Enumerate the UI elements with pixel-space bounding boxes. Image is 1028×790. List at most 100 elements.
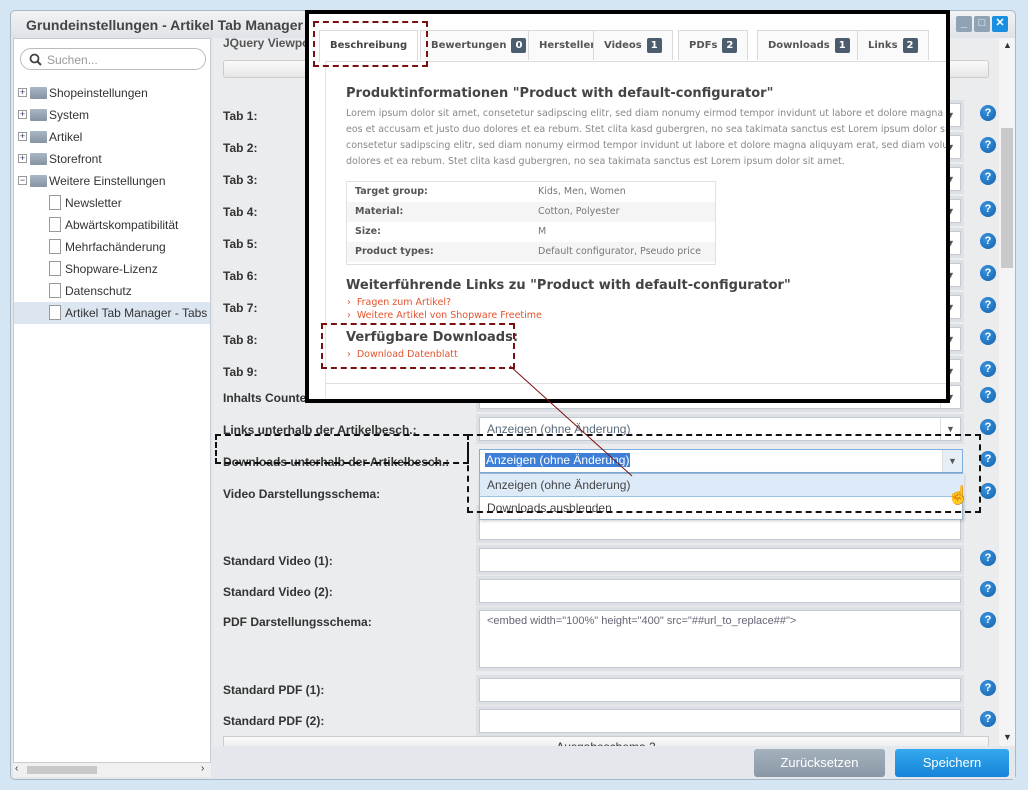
property-value: Kids, Men, Women: [538, 186, 626, 197]
sidebar-item-label: Weitere Einstellungen: [49, 174, 166, 188]
section-header-ausgabeschema-2[interactable]: Ausgabeschema 2: [223, 736, 989, 746]
help-icon[interactable]: ?: [980, 387, 996, 403]
link-item[interactable]: › Weitere Artikel von Shopware Freetime: [347, 310, 542, 321]
collapse-icon[interactable]: −: [18, 176, 27, 185]
field-label: Tab 7:: [223, 301, 258, 315]
scroll-left-icon[interactable]: ‹: [15, 763, 18, 774]
minimize-icon[interactable]: _: [956, 16, 972, 32]
field-label: Standard PDF (2):: [223, 714, 325, 728]
help-icon[interactable]: ?: [980, 361, 996, 377]
standard-video-2-input[interactable]: [479, 579, 961, 603]
field-label: Video Darstellungsschema:: [223, 487, 381, 501]
annotation-box: [467, 434, 981, 513]
help-icon[interactable]: ?: [980, 297, 996, 313]
property-name: Size:: [355, 226, 381, 237]
tab-label: Bewertungen: [431, 40, 507, 51]
help-icon[interactable]: ?: [980, 419, 996, 435]
scrollbar-thumb[interactable]: [27, 766, 97, 774]
property-row: Product types: Default configurator, Pseu…: [347, 242, 715, 262]
preview-tab[interactable]: Links 2: [857, 30, 929, 60]
scrollbar-thumb[interactable]: [1001, 128, 1013, 268]
link-text[interactable]: Fragen zum Artikel?: [357, 297, 451, 308]
sidebar-item-label: Shopware-Lizenz: [65, 262, 158, 276]
preview-tab[interactable]: PDFs 2: [678, 30, 749, 60]
expand-icon[interactable]: +: [18, 154, 27, 163]
help-icon[interactable]: ?: [980, 483, 996, 499]
annotation-box: [215, 434, 469, 464]
sidebar-item[interactable]: Datenschutz: [14, 280, 210, 302]
help-icon[interactable]: ?: [980, 169, 996, 185]
property-row: Material: Cotton, Polyester: [347, 202, 715, 222]
help-icon[interactable]: ?: [980, 550, 996, 566]
preview-tab[interactable]: Downloads 1: [757, 30, 861, 60]
scroll-right-icon[interactable]: ›: [201, 763, 204, 774]
horizontal-scrollbar[interactable]: ‹ ›: [13, 763, 211, 777]
expand-icon[interactable]: +: [18, 110, 27, 119]
reset-button[interactable]: Zurücksetzen: [754, 749, 885, 777]
help-icon[interactable]: ?: [980, 329, 996, 345]
sidebar-item[interactable]: − Weitere Einstellungen: [14, 170, 210, 192]
tab-label: Links: [868, 40, 898, 51]
folder-icon: [30, 175, 47, 187]
property-value: Default configurator, Pseudo price: [538, 246, 701, 257]
sidebar-item-label: Mehrfachänderung: [65, 240, 166, 254]
folder-icon: [30, 131, 47, 143]
sidebar-item[interactable]: + Shopeinstellungen: [14, 82, 210, 104]
property-value: M: [538, 226, 547, 237]
preview-tab[interactable]: Bewertungen 0: [420, 30, 538, 60]
sidebar-item[interactable]: Artikel Tab Manager - Tabs frei: [14, 302, 210, 324]
textarea-value: <embed width="100%" height="400" src="##…: [487, 615, 797, 627]
sidebar-item[interactable]: Mehrfachänderung: [14, 236, 210, 258]
help-icon[interactable]: ?: [980, 711, 996, 727]
standard-pdf-1-input[interactable]: [479, 678, 961, 702]
sidebar-item[interactable]: Abwärtskompatibilität: [14, 214, 210, 236]
tab-count-badge: 2: [722, 38, 738, 53]
help-icon[interactable]: ?: [980, 233, 996, 249]
field-label: Tab 1:: [223, 109, 258, 123]
expand-icon[interactable]: +: [18, 132, 27, 141]
search-input[interactable]: Suchen...: [20, 48, 206, 70]
annotation-box: [321, 323, 515, 369]
scroll-up-icon[interactable]: ▲: [1003, 40, 1012, 50]
property-name: Product types:: [355, 246, 434, 257]
sidebar-item[interactable]: Newsletter: [14, 192, 210, 214]
link-text[interactable]: Weitere Artikel von Shopware Freetime: [357, 310, 542, 321]
tab-count-badge: 0: [511, 38, 527, 53]
folder-icon: [30, 153, 47, 165]
field-label: Tab 4:: [223, 205, 258, 219]
document-icon: [49, 217, 61, 232]
help-icon[interactable]: ?: [980, 581, 996, 597]
link-item[interactable]: › Fragen zum Artikel?: [347, 297, 451, 308]
expand-icon[interactable]: +: [18, 88, 27, 97]
scroll-down-icon[interactable]: ▼: [1003, 732, 1012, 742]
help-icon[interactable]: ?: [980, 265, 996, 281]
standard-video-1-input[interactable]: [479, 548, 961, 572]
preview-tab[interactable]: Videos 1: [593, 30, 673, 60]
paragraph-line: eos et accusam et justo duo dolores et e…: [346, 124, 950, 135]
field-label: Inhalts Counter: [223, 391, 312, 405]
sidebar-item[interactable]: Shopware-Lizenz: [14, 258, 210, 280]
sidebar-item-label: Newsletter: [65, 196, 122, 210]
sidebar-item[interactable]: + Artikel: [14, 126, 210, 148]
field-label: Tab 6:: [223, 269, 258, 283]
help-icon[interactable]: ?: [980, 201, 996, 217]
field-label: Standard Video (1):: [223, 554, 333, 568]
field-label: Standard PDF (1):: [223, 683, 325, 697]
help-icon[interactable]: ?: [980, 105, 996, 121]
paragraph-line: consetetur sadipscing elitr, sed diam no…: [346, 140, 950, 151]
vertical-scrollbar[interactable]: ▲ ▼: [999, 38, 1015, 746]
help-icon[interactable]: ?: [980, 612, 996, 628]
help-icon[interactable]: ?: [980, 137, 996, 153]
help-icon[interactable]: ?: [980, 680, 996, 696]
folder-icon: [30, 87, 47, 99]
standard-pdf-2-input[interactable]: [479, 709, 961, 733]
save-button[interactable]: Speichern: [895, 749, 1009, 777]
pdf-schema-textarea[interactable]: <embed width="100%" height="400" src="##…: [479, 610, 961, 668]
maximize-icon[interactable]: □: [974, 16, 990, 32]
field-label: PDF Darstellungsschema:: [223, 615, 372, 629]
property-name: Target group:: [355, 186, 428, 197]
sidebar-item[interactable]: + System: [14, 104, 210, 126]
sidebar-item[interactable]: + Storefront: [14, 148, 210, 170]
help-icon[interactable]: ?: [980, 451, 996, 467]
close-icon[interactable]: ✕: [992, 16, 1008, 32]
